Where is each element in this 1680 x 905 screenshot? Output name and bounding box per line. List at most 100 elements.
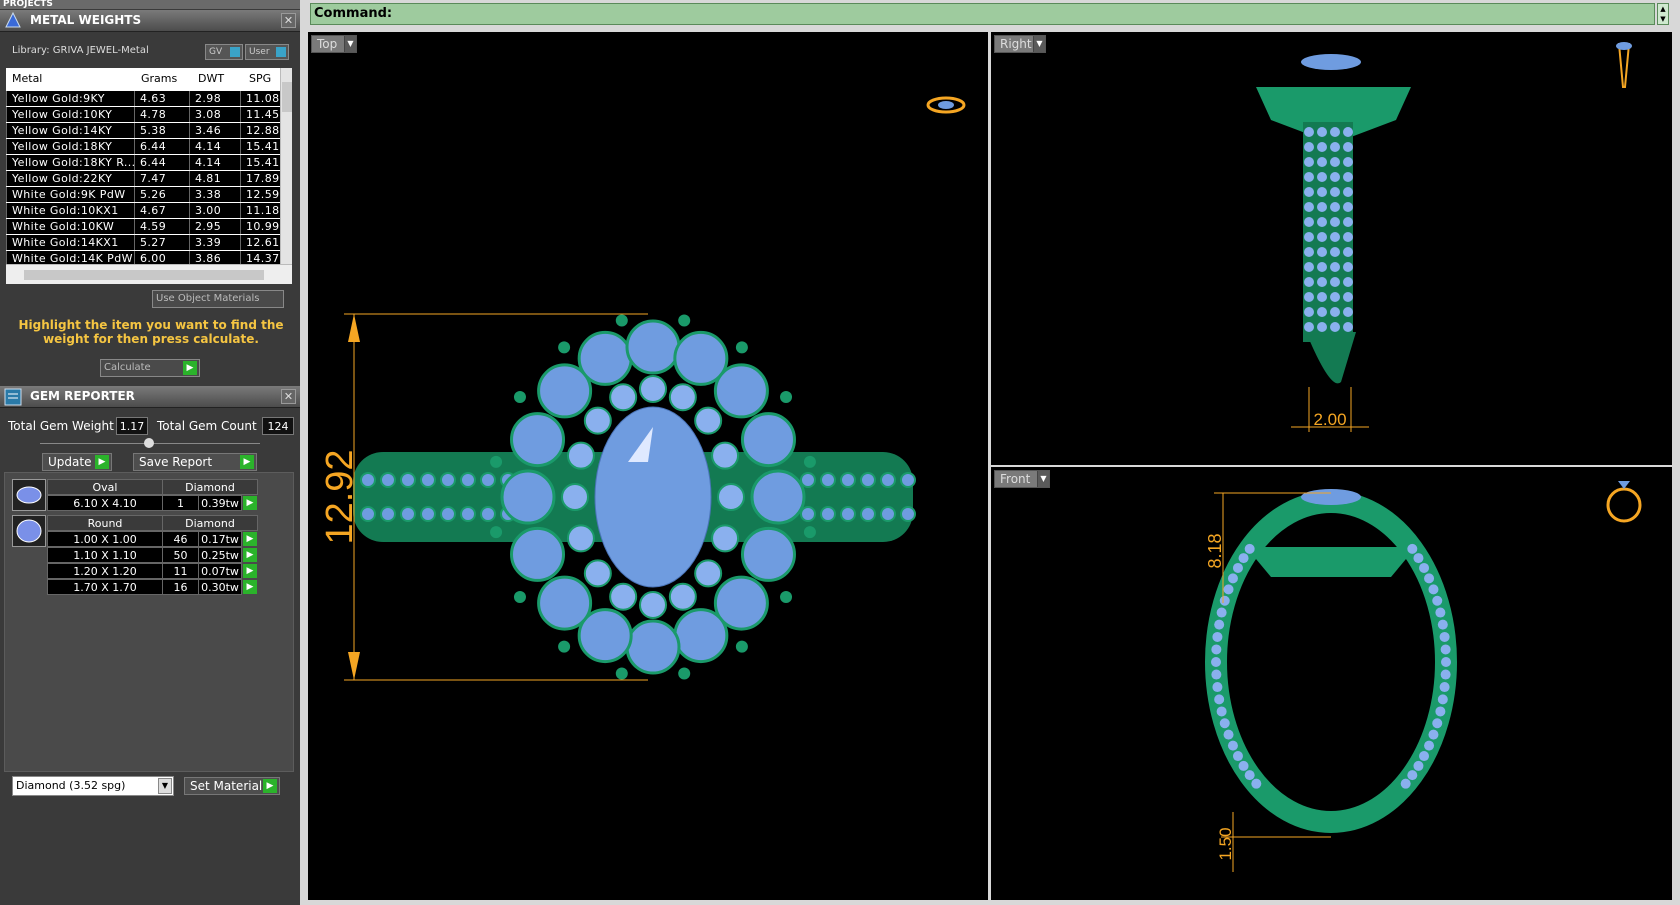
pave-gem: [480, 472, 496, 488]
front-view-render: 8.18 1.50: [1205, 481, 1642, 872]
viewport-right[interactable]: Right ▼ 2.00: [991, 32, 1672, 465]
horizontal-scrollbar[interactable]: [6, 264, 292, 284]
projects-header[interactable]: PROJECTS: [0, 0, 300, 9]
pave-gem: [1219, 595, 1230, 606]
play-icon: ▶: [263, 779, 277, 793]
gv-toggle[interactable]: GV: [205, 44, 243, 60]
gem-cell: 1.10 X 1.10: [47, 547, 163, 563]
table-row[interactable]: White Gold:9K PdW 5.26 3.38 12.59: [6, 186, 280, 202]
table-row[interactable]: Yellow Gold:18KY 6.44 4.14 15.41: [6, 138, 280, 154]
pave-gem: [1437, 619, 1448, 630]
calculate-button[interactable]: Calculate ▶: [100, 359, 200, 377]
pave-gem: [480, 506, 496, 522]
chevron-down-icon[interactable]: ▼: [1037, 471, 1049, 487]
pave-gem: [1304, 307, 1314, 317]
command-scroll[interactable]: ▲ ▼: [1657, 3, 1669, 25]
table-row[interactable]: Yellow Gold:14KY 5.38 3.46 12.88: [6, 122, 280, 138]
pave-gem: [1330, 157, 1340, 167]
halo-gem-inner: [639, 591, 667, 619]
table-row[interactable]: White Gold:14KX1 5.27 3.39 12.61: [6, 234, 280, 250]
scroll-thumb[interactable]: [24, 270, 264, 280]
halo-gem-inner: [694, 559, 723, 588]
select-gem-button[interactable]: ▶: [243, 532, 257, 546]
pave-gem: [1437, 694, 1448, 705]
pave-gem: [1440, 644, 1451, 655]
select-gem-button[interactable]: ▶: [243, 548, 257, 562]
column-header[interactable]: Grams: [141, 72, 177, 85]
column-header[interactable]: Metal: [12, 72, 42, 85]
table-cell: 15.41: [240, 155, 280, 170]
table-cell: 4.63: [134, 91, 189, 106]
viewport-front[interactable]: Front ▼ 8.18 1.50: [991, 467, 1672, 900]
pave-gem: [440, 472, 456, 488]
pave-gem: [1227, 740, 1238, 751]
center-oval-gem: [594, 406, 712, 588]
divider-slider[interactable]: [40, 438, 260, 448]
center-gem: [1301, 489, 1361, 505]
pave-gem: [1317, 142, 1327, 152]
panel-title: GEM REPORTER: [30, 389, 135, 403]
select-gem-button[interactable]: ▶: [243, 564, 257, 578]
user-toggle[interactable]: User: [245, 44, 289, 60]
vertical-scrollbar[interactable]: [280, 68, 292, 264]
pave-gem: [800, 472, 816, 488]
viewport-label-front[interactable]: Front ▼: [994, 470, 1050, 488]
pave-gem: [900, 506, 916, 522]
close-icon[interactable]: ✕: [281, 13, 296, 28]
pave-gem: [1216, 706, 1227, 717]
table-row[interactable]: Yellow Gold:22KY 7.47 4.81 17.89: [6, 170, 280, 186]
pave-gem: [1212, 631, 1223, 642]
halo-gem-inner: [566, 441, 595, 470]
pave-gem: [360, 472, 376, 488]
table-cell: 3.00: [189, 203, 240, 218]
column-header[interactable]: DWT: [198, 72, 224, 85]
pave-gem: [1432, 718, 1443, 729]
chevron-down-icon[interactable]: ▼: [158, 778, 172, 794]
table-cell: 2.95: [189, 219, 240, 234]
table-row[interactable]: Yellow Gold:18KY R... 6.44 4.14 15.41: [6, 154, 280, 170]
pave-gem: [1211, 657, 1221, 667]
command-bar[interactable]: Command:: [310, 3, 1655, 25]
column-header[interactable]: SPG: [249, 72, 271, 85]
halo-gem-outer: [740, 412, 796, 468]
gem-cell: 16: [162, 579, 199, 595]
update-button[interactable]: Update ▶: [42, 453, 112, 471]
table-row[interactable]: Yellow Gold:10KY 4.78 3.08 11.45: [6, 106, 280, 122]
pave-gem: [1439, 631, 1450, 642]
center-gem: [1301, 54, 1361, 70]
table-row[interactable]: White Gold:10KW 4.59 2.95 10.99: [6, 218, 280, 234]
scroll-thumb[interactable]: [282, 82, 292, 112]
set-material-button[interactable]: Set Material ▶: [184, 777, 280, 795]
viewport-label-right[interactable]: Right ▼: [994, 35, 1046, 53]
ring-front-icon: [1606, 481, 1642, 523]
halo-gem-inner: [717, 483, 745, 511]
slider-knob-icon[interactable]: [144, 438, 154, 448]
pave-gem: [1432, 595, 1443, 606]
pave-gem: [1400, 778, 1411, 789]
save-report-button[interactable]: Save Report ▶: [133, 453, 257, 471]
pave-gem: [1343, 232, 1353, 242]
chevron-down-icon[interactable]: ▼: [1033, 36, 1045, 52]
viewport-label-top[interactable]: Top ▼: [311, 35, 357, 53]
play-icon: ▶: [95, 455, 109, 469]
pave-gem: [1343, 187, 1353, 197]
select-gem-button[interactable]: ▶: [243, 580, 257, 594]
close-icon[interactable]: ✕: [281, 389, 296, 404]
use-object-materials-field[interactable]: Use Object Materials: [152, 290, 284, 308]
gem-list: Oval Diamond 6.10 X 4.10 1 0.39tw ▶ Round Diamo…: [4, 472, 294, 772]
pave-gem: [1330, 172, 1340, 182]
halo-gem-inner: [583, 406, 612, 435]
table-row[interactable]: Yellow Gold:9KY 4.63 2.98 11.08: [6, 90, 280, 106]
gem-cell: 1.00 X 1.00: [47, 531, 163, 547]
chevron-down-icon[interactable]: ▼: [344, 36, 356, 52]
material-select[interactable]: Diamond (3.52 spg) ▼: [12, 776, 174, 796]
total-gem-count-label: Total Gem Count: [157, 419, 257, 433]
pave-gem: [1304, 247, 1314, 257]
pave-gem: [1317, 172, 1327, 182]
gem-cell: 1.70 X 1.70: [47, 579, 163, 595]
pave-gem: [1212, 682, 1223, 693]
select-gem-button[interactable]: ▶: [243, 496, 257, 510]
viewport-top[interactable]: Top ▼ 12.92: [308, 32, 988, 900]
table-row[interactable]: White Gold:10KX1 4.67 3.00 11.18: [6, 202, 280, 218]
table-cell: 4.81: [189, 171, 240, 186]
